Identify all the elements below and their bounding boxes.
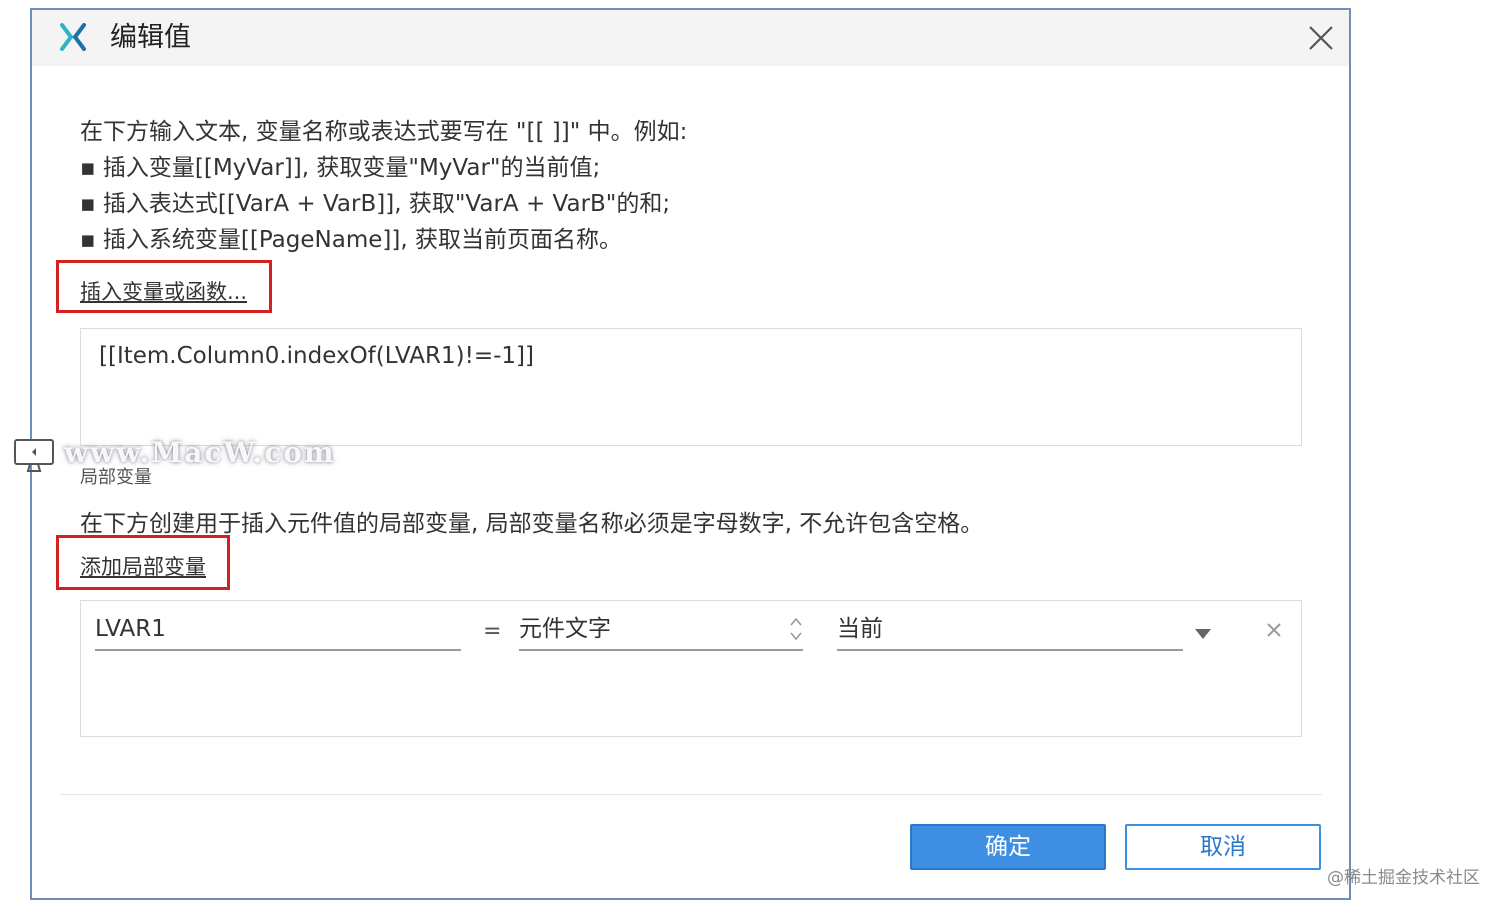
variable-target-value: 当前 [837, 616, 883, 642]
source-credit: @稀土掘金技术社区 [1327, 868, 1480, 888]
insert-variable-or-function-link[interactable]: 插入变量或函数... [80, 278, 247, 306]
close-icon[interactable] [1307, 24, 1335, 52]
dialog-titlebar: 编辑值 [32, 10, 1349, 66]
delete-variable-icon[interactable] [1265, 621, 1283, 639]
help-line: 在下方输入文本, 变量名称或表达式要写在 "[[ ]]" 中。例如: [80, 119, 688, 145]
local-variables-table: LVAR1 = 元件文字 当前 [80, 600, 1302, 737]
expression-text: [[Item.Column0.indexOf(LVAR1)!=-1]] [99, 343, 534, 369]
help-line: ▪ 插入变量[[MyVar]], 获取变量"MyVar"的当前值; [80, 155, 601, 181]
help-text: 在下方输入文本, 变量名称或表达式要写在 "[[ ]]" 中。例如: ▪ 插入变… [80, 114, 687, 258]
cancel-button[interactable]: 取消 [1125, 824, 1321, 870]
axure-x-logo-icon [60, 23, 86, 51]
dialog-title: 编辑值 [110, 22, 191, 53]
variable-name-input[interactable]: LVAR1 [95, 613, 461, 651]
expression-textarea[interactable]: [[Item.Column0.indexOf(LVAR1)!=-1]] [80, 328, 1302, 446]
variable-target-select[interactable]: 当前 [837, 613, 1183, 651]
ok-button[interactable]: 确定 [910, 824, 1106, 870]
local-variables-label: 局部变量 [80, 467, 152, 488]
chevron-down-icon[interactable] [1195, 629, 1211, 639]
variable-type-select[interactable]: 元件文字 [519, 613, 803, 651]
help-line: ▪ 插入系统变量[[PageName]], 获取当前页面名称。 [80, 227, 622, 253]
select-spinner-icon[interactable] [789, 615, 803, 643]
footer-divider [60, 794, 1322, 795]
equals-sign: = [483, 619, 502, 644]
watermark-monitor-icon [14, 439, 54, 472]
help-line: ▪ 插入表达式[[VarA + VarB]], 获取"VarA + VarB"的… [80, 191, 671, 217]
add-local-variable-link[interactable]: 添加局部变量 [80, 553, 206, 581]
watermark-text: www.MacW.com [64, 436, 336, 469]
variable-type-value: 元件文字 [519, 616, 611, 642]
